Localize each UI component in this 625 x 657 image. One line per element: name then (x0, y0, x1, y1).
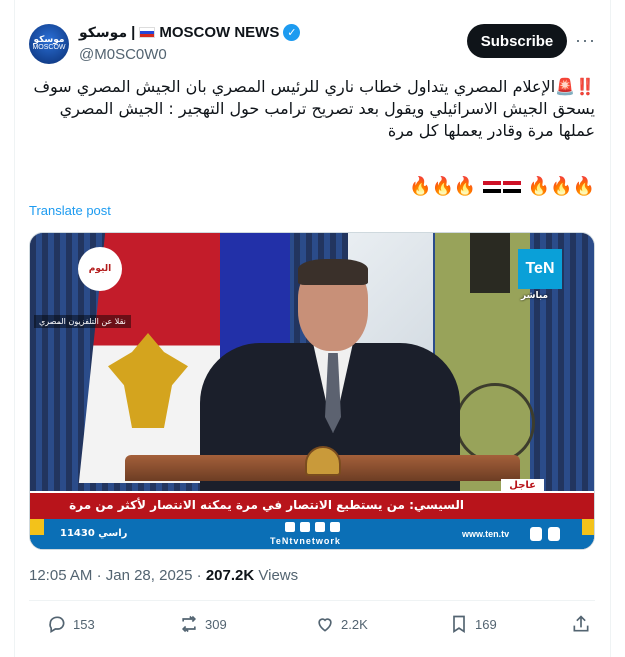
account-handle[interactable]: @M0SC0W0 (79, 46, 167, 63)
more-options-icon[interactable]: ··· (575, 30, 596, 51)
instagram-icon (330, 522, 340, 532)
egypt-flag-icon (503, 181, 522, 193)
meta-dot: · (196, 567, 202, 584)
news-ticker: السيسي: من يستطيع الانتصار في مرة يمكنه … (30, 491, 594, 519)
like-button[interactable]: 2.2K (315, 614, 368, 634)
share-button[interactable] (571, 614, 591, 634)
ticker-headline: السيسي: من يستطيع الانتصار في مرة يمكنه … (69, 498, 464, 512)
facebook-icon (285, 522, 295, 532)
repost-icon (181, 615, 197, 633)
channel-logo: TeN (518, 249, 562, 289)
bookmark-count: 169 (475, 616, 497, 632)
android-icon (548, 527, 560, 541)
twitter-icon (300, 522, 310, 532)
fire-emojis-end: 🔥🔥🔥 (409, 176, 477, 197)
flag-dark (470, 233, 510, 293)
meta-dot: · (96, 567, 102, 584)
post-media[interactable]: اليوم نقلا عن التلفزيون المصري TeN مباشر… (29, 232, 595, 550)
egypt-flag-icon (483, 181, 502, 193)
display-name-en: MOSCOW NEWS (159, 24, 280, 41)
live-label: مباشر (521, 291, 549, 301)
repost-count: 309 (205, 616, 227, 632)
post-date[interactable]: Jan 28, 2025 (106, 567, 193, 584)
post-time[interactable]: 12:05 AM (29, 567, 92, 584)
action-bar: 153 309 2.2K 169 (29, 614, 595, 638)
post-meta: 12:05 AM · Jan 28, 2025 · 207.2K Views (29, 567, 298, 584)
fire-emojis-start: 🔥🔥🔥 (527, 176, 595, 197)
avatar[interactable]: موسكو MOSCOW (29, 24, 69, 64)
source-tag: نقلا عن التلفزيون المصري (34, 315, 131, 328)
repost-button[interactable]: 309 (179, 614, 227, 634)
footer-accent-right (582, 519, 594, 549)
display-name-separator: | (131, 24, 136, 41)
heart-icon (318, 618, 332, 632)
speaker-hair (298, 259, 368, 285)
network-label: TeNtvnetwork (270, 536, 341, 546)
channel-footer: 11430 راسي TeNtvnetwork www.ten.tv (30, 519, 594, 549)
emoji-row: 🔥🔥🔥 🔥🔥🔥 (29, 176, 595, 197)
bookmark-button[interactable]: 169 (449, 614, 497, 634)
russia-flag-icon (139, 27, 156, 38)
divider (29, 600, 595, 601)
tweet-card: موسكو MOSCOW موسكو | MOSCOW NEWS ✓ @M0SC… (14, 0, 611, 657)
watermark-logo: اليوم (78, 247, 122, 291)
reply-icon (49, 616, 65, 633)
site-label: www.ten.tv (462, 529, 510, 539)
display-name-ar: موسكو (79, 24, 128, 41)
avatar-text-ar: موسكو (33, 35, 65, 45)
views-count: 207.2K (205, 567, 255, 584)
verified-badge-icon: ✓ (283, 24, 301, 41)
avatar-text-en: MOSCOW (32, 44, 66, 51)
social-icons (285, 522, 340, 532)
reply-count: 153 (73, 616, 95, 632)
reply-button[interactable]: 153 (47, 614, 95, 634)
views-label: Views (258, 567, 299, 584)
youtube-icon (315, 522, 325, 532)
app-store-icons (530, 527, 560, 541)
bookmark-icon (453, 615, 465, 634)
like-count: 2.2K (341, 616, 368, 632)
display-name[interactable]: موسكو | MOSCOW NEWS ✓ (79, 24, 301, 41)
podium-emblem (305, 446, 341, 476)
subscribe-button[interactable]: Subscribe (467, 24, 567, 58)
translate-post-link[interactable]: Translate post (29, 203, 111, 218)
army-emblem (455, 383, 535, 463)
share-icon (573, 615, 589, 632)
contact-number: 11430 راسي (60, 528, 128, 539)
tweet-text: ‼️🚨الإعلام المصري يتداول خطاب ناري للرئي… (33, 77, 595, 140)
apple-icon (530, 527, 542, 541)
footer-accent-left (30, 519, 44, 549)
